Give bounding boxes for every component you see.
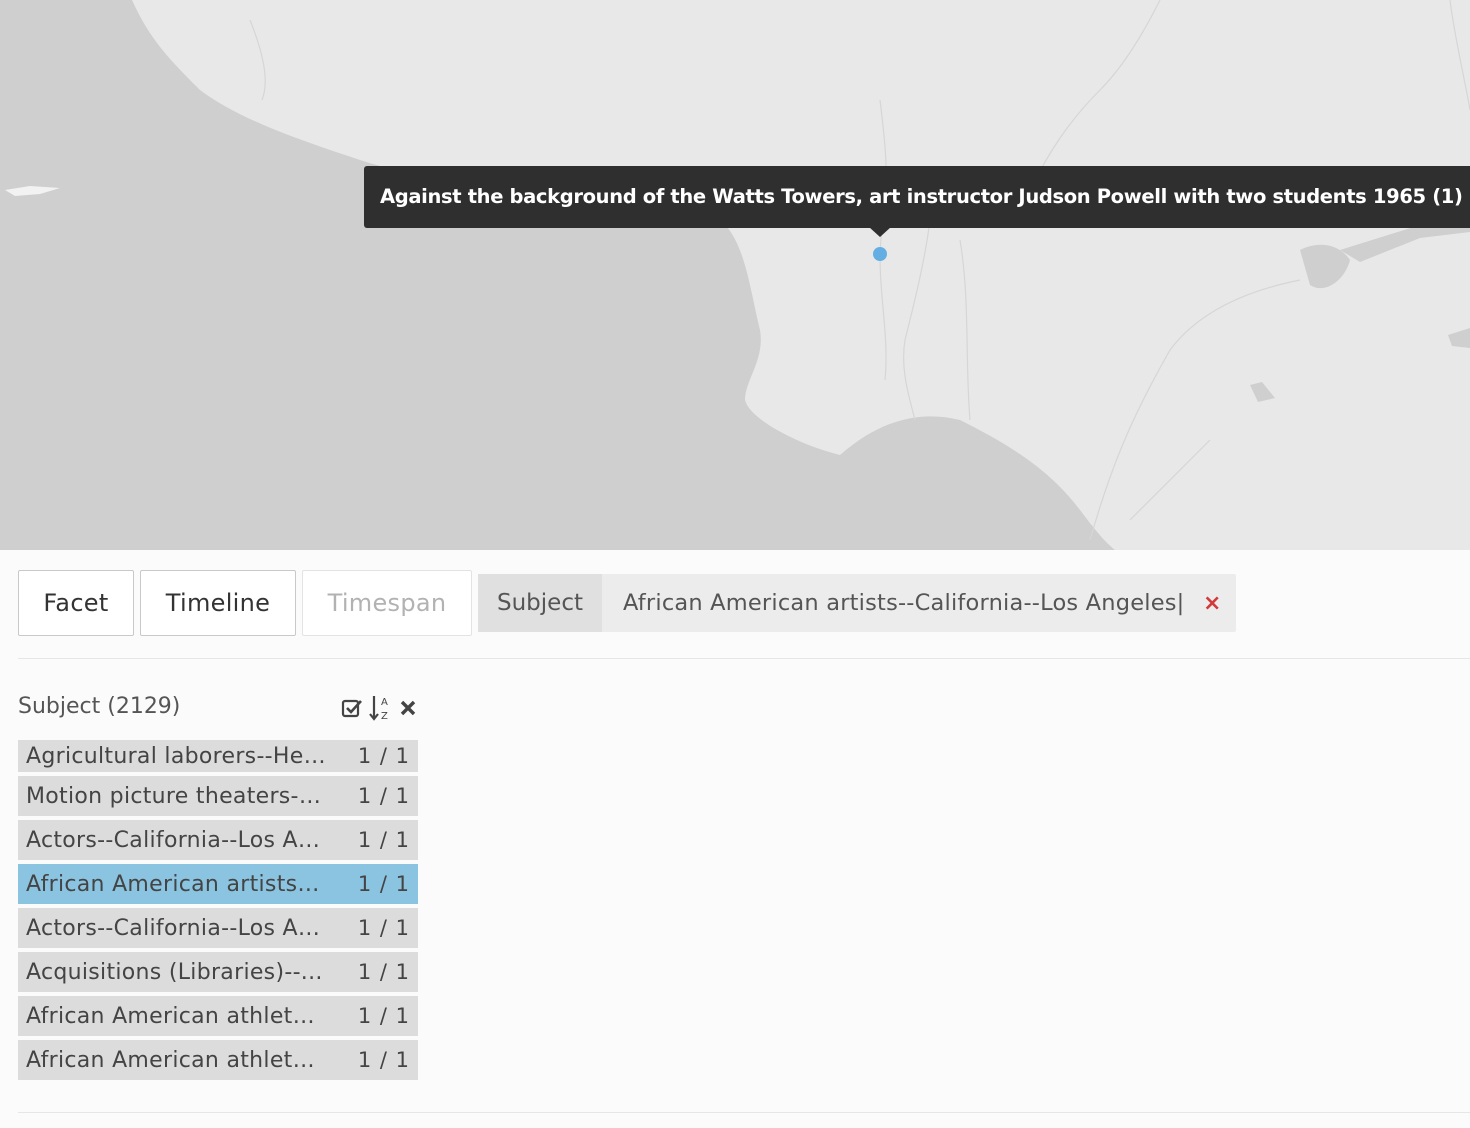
facet-item[interactable]: African American artists--... 1 / 1 bbox=[18, 864, 418, 904]
facet-item-label: Actors--California--Los An... bbox=[26, 915, 326, 941]
timeline-button[interactable]: Timeline bbox=[140, 570, 296, 636]
facet-item-label: Agricultural laborers--Hea... bbox=[26, 743, 326, 769]
facet-item-label: African American athletes... bbox=[26, 1047, 326, 1073]
facet-item[interactable]: African American athletes... 1 / 1 bbox=[18, 996, 418, 1036]
active-filter: Subject African American artists--Califo… bbox=[478, 574, 1236, 632]
facet-item-count: 1 / 1 bbox=[357, 828, 410, 852]
facet-list: Agricultural laborers--Hea... 1 / 1 Motion… bbox=[18, 740, 418, 1084]
map-marker[interactable] bbox=[873, 247, 887, 261]
close-icon[interactable] bbox=[396, 694, 420, 722]
facet-item[interactable]: Actors--California--Los An... 1 / 1 bbox=[18, 820, 418, 860]
svg-text:Z: Z bbox=[381, 711, 388, 722]
tooltip-arrow bbox=[869, 227, 891, 237]
facet-item-count: 1 / 1 bbox=[357, 1048, 410, 1072]
facet-item-count: 1 / 1 bbox=[357, 872, 410, 896]
divider bbox=[18, 658, 1470, 659]
divider bbox=[18, 1112, 1470, 1113]
facet-item-count: 1 / 1 bbox=[357, 916, 410, 940]
facet-item[interactable]: Actors--California--Los An... 1 / 1 bbox=[18, 908, 418, 948]
map-tiles bbox=[0, 0, 1470, 550]
filter-key: Subject bbox=[478, 574, 602, 632]
facet-item-label: Actors--California--Los An... bbox=[26, 827, 326, 853]
map[interactable]: Against the background of the Watts Towe… bbox=[0, 0, 1470, 550]
facet-tools: AZ bbox=[340, 694, 420, 722]
facet-item-label: Acquisitions (Libraries)--... bbox=[26, 959, 323, 985]
facet-item-count: 1 / 1 bbox=[357, 960, 410, 984]
remove-filter-icon[interactable]: × bbox=[1203, 591, 1221, 616]
facet-item-count: 1 / 1 bbox=[357, 744, 410, 768]
facet-item-label: African American artists--... bbox=[26, 871, 326, 897]
facet-item-label: African American athletes... bbox=[26, 1003, 326, 1029]
facet-item[interactable]: Motion picture theaters--... 1 / 1 bbox=[18, 776, 418, 816]
ocean bbox=[0, 0, 1115, 550]
facet-item-count: 1 / 1 bbox=[357, 784, 410, 808]
facet-item[interactable]: Acquisitions (Libraries)--... 1 / 1 bbox=[18, 952, 418, 992]
svg-text:A: A bbox=[381, 697, 388, 708]
timespan-button[interactable]: Timespan bbox=[302, 570, 472, 636]
filter-value: African American artists--California--Lo… bbox=[623, 590, 1185, 616]
facet-item[interactable]: Agricultural laborers--Hea... 1 / 1 bbox=[18, 740, 418, 772]
facet-item-count: 1 / 1 bbox=[357, 1004, 410, 1028]
facet-item[interactable]: African American athletes... 1 / 1 bbox=[18, 1040, 418, 1080]
facet-button[interactable]: Facet bbox=[18, 570, 134, 636]
check-square-icon[interactable] bbox=[340, 694, 364, 722]
sort-alpha-icon[interactable]: AZ bbox=[368, 694, 392, 722]
facet-title: Subject (2129) bbox=[18, 694, 181, 719]
facet-item-label: Motion picture theaters--... bbox=[26, 783, 326, 809]
map-tooltip: Against the background of the Watts Towe… bbox=[364, 166, 1470, 228]
